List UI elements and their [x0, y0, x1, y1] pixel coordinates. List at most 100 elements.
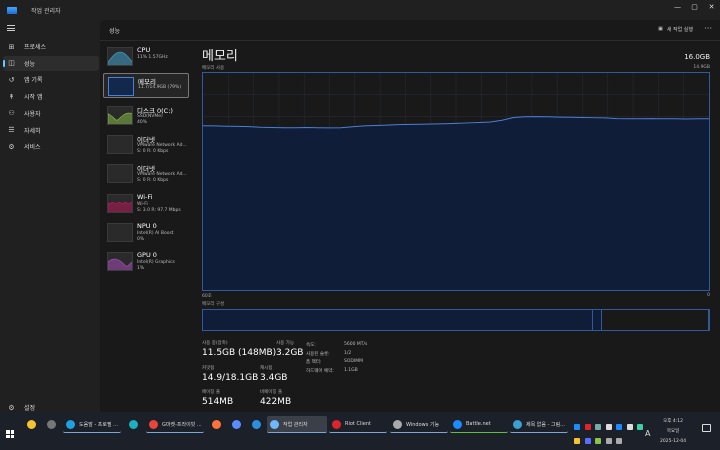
sidebar-item-history[interactable]: ↺ 앱 기록 — [3, 72, 99, 87]
stat-value: 14.9/18.1GB — [202, 373, 259, 383]
taskbar: 도움말 - 프로필 ... G마켓-프라이빗 ... 작업 관리자 Riot Clie… — [0, 412, 720, 450]
taskbar-file-explorer[interactable] — [25, 416, 39, 433]
perf-detail-2: S: 0 R: 0 Kbps — [137, 148, 169, 154]
taskbar-label: Windows 기능 — [406, 421, 440, 428]
taskbar-chrome[interactable]: G마켓-프라이빗 ... — [146, 416, 204, 433]
details-icon: ☰ — [8, 126, 15, 134]
taskbar-edge[interactable]: 도움말 - 프로필 ... — [63, 416, 121, 433]
minimize-button[interactable]: — — [669, 0, 686, 14]
perf-item[interactable]: CPU 11% 1.57GHz — [103, 44, 189, 69]
tray-icon[interactable] — [574, 438, 580, 444]
taskbar-app[interactable] — [127, 416, 141, 433]
sidebar-item-details[interactable]: ☰ 자세히 — [3, 123, 99, 138]
tray-icon[interactable] — [605, 438, 612, 444]
sidebar-item-label: 자세히 — [24, 127, 41, 135]
tray-icon[interactable] — [595, 438, 601, 444]
perf-sparkline — [108, 201, 132, 212]
perf-detail: VMware Network Ad... — [137, 142, 187, 148]
memory-stat: 커밋됨 14.9/18.1GB — [202, 365, 258, 383]
perf-item[interactable]: Wi-Fi Wi-Fi S: 3.0 R: 97.7 Mbps — [103, 191, 189, 216]
notification-icon[interactable] — [702, 424, 711, 432]
perf-detail: VMware Network Ad... — [137, 172, 187, 178]
tray-icon[interactable] — [616, 438, 622, 444]
ime-indicator[interactable]: A — [645, 429, 650, 438]
sidebar-item-grid[interactable]: ⊞ 프로세스 — [3, 39, 99, 54]
tray-icon[interactable] — [595, 424, 601, 430]
perf-thumbnail — [107, 105, 133, 125]
perf-name: GPU 0 — [137, 251, 157, 260]
taskbar-a-app[interactable] — [230, 416, 244, 433]
sidebar-item-label: 앱 기록 — [24, 77, 43, 85]
vscode-icon — [252, 420, 261, 429]
perf-item[interactable]: 디스크 0(C:) SSD(NVMe) 40% — [103, 103, 189, 128]
clock[interactable]: 오후 4:12 목요일 2025-12-04 — [660, 417, 686, 447]
perf-item[interactable]: 이더넷 VMware Network Ad... S: 0 R: 0 Kbps — [103, 161, 189, 186]
more-button[interactable]: ··· — [704, 24, 712, 33]
taskbar-windows-features[interactable]: Windows 기능 — [390, 416, 448, 433]
detail-value: 5600 MT/s — [344, 342, 368, 347]
title-bar: 작업 관리자 — ▢ ✕ — [0, 0, 720, 20]
new-task-label: 새 작업 실행 — [666, 27, 693, 33]
sidebar-item-services[interactable]: ⚙ 서비스 — [3, 139, 99, 154]
stat-label: 페이징 풀 — [202, 390, 220, 395]
tray-icon[interactable] — [605, 424, 612, 430]
sidebar-item-startup[interactable]: ↟ 시작 앱 — [3, 89, 99, 104]
stat-value: 11.5GB (148MB) — [202, 348, 277, 358]
perf-name: Wi-Fi — [137, 192, 153, 201]
perf-detail-2: 40% — [137, 119, 148, 125]
divider — [100, 40, 720, 41]
taskbar-label: Riot Client — [345, 421, 371, 427]
time-left-label: 60초 — [202, 294, 212, 299]
firefox-icon — [212, 420, 221, 429]
close-button[interactable]: ✕ — [703, 0, 720, 14]
taskbar-task-manager[interactable]: 작업 관리자 — [267, 416, 327, 433]
task-manager-icon — [7, 6, 17, 14]
perf-item[interactable]: NPU 0 Intel(R) AI Boost 0% — [103, 220, 189, 245]
tray-icon[interactable] — [616, 424, 622, 430]
memory-stat: 사용 중(압축) 11.5GB (148MB) — [202, 340, 276, 358]
taskbar-vscode[interactable] — [250, 416, 264, 433]
taskbar-terminal[interactable] — [45, 416, 59, 433]
taskbar-firefox[interactable] — [210, 416, 224, 433]
perf-item[interactable]: 메모리 11.7/14.9GB (79%) — [103, 73, 189, 99]
battlenet-icon — [453, 419, 462, 429]
new-task-button[interactable]: ▣ 새 작업 실행 — [658, 26, 693, 33]
perf-thumbnail — [107, 47, 133, 66]
sidebar-item-label: 사용자 — [24, 110, 41, 118]
perf-thumbnail — [107, 193, 133, 213]
taskbar-battlenet[interactable]: Battle.net — [450, 416, 508, 433]
perf-sparkline — [108, 51, 132, 65]
tray-icon[interactable] — [637, 424, 643, 430]
performance-icon: ◫ — [8, 59, 15, 68]
perf-name: NPU 0 — [137, 221, 157, 230]
perf-detail-2: 0% — [137, 236, 145, 242]
perf-item[interactable]: 이더넷 VMware Network Ad... S: 0 R: 0 Kbps — [103, 132, 189, 157]
tray-icon[interactable] — [584, 424, 591, 430]
sidebar-item-label: 프로세스 — [24, 44, 47, 51]
startup-icon: ↟ — [8, 92, 15, 101]
sidebar: ⊞ 프로세스 ◫ 성능 ↺ 앱 기록 ↟ 시작 앱 ⚇ 사용자 ☰ 자세히 ⚙ 서비스 ⚙ 설정 — [0, 20, 100, 412]
gear-icon: ⚙ — [8, 403, 15, 412]
perf-item[interactable]: GPU 0 Intel(R) Graphics 1% — [103, 249, 189, 274]
stat-value: 3.2GB — [276, 348, 304, 358]
menu-icon[interactable] — [7, 25, 15, 31]
sidebar-item-label: 성능 — [24, 60, 36, 68]
sidebar-item-label: 서비스 — [24, 144, 41, 152]
stat-value: 3.4GB — [260, 373, 288, 383]
composition-modified — [592, 310, 602, 330]
sidebar-item-performance[interactable]: ◫ 성능 — [3, 55, 99, 71]
tray-icon[interactable] — [626, 424, 633, 430]
start-button[interactable] — [6, 430, 14, 438]
services-icon: ⚙ — [8, 142, 15, 151]
memory-composition-bar — [202, 309, 710, 331]
maximize-button[interactable]: ▢ — [686, 0, 703, 14]
task-manager-icon — [270, 419, 279, 429]
taskbar-riot[interactable]: Riot Client — [329, 416, 387, 433]
tray-icon[interactable] — [584, 438, 591, 444]
taskbar-paint[interactable]: 제목 없음 - 그림... — [510, 416, 568, 433]
tray-icon[interactable] — [574, 424, 580, 430]
riot-icon — [332, 419, 341, 429]
sidebar-item-label: 설정 — [24, 405, 36, 412]
perf-thumbnail — [107, 164, 133, 184]
sidebar-item-users[interactable]: ⚇ 사용자 — [3, 106, 99, 121]
